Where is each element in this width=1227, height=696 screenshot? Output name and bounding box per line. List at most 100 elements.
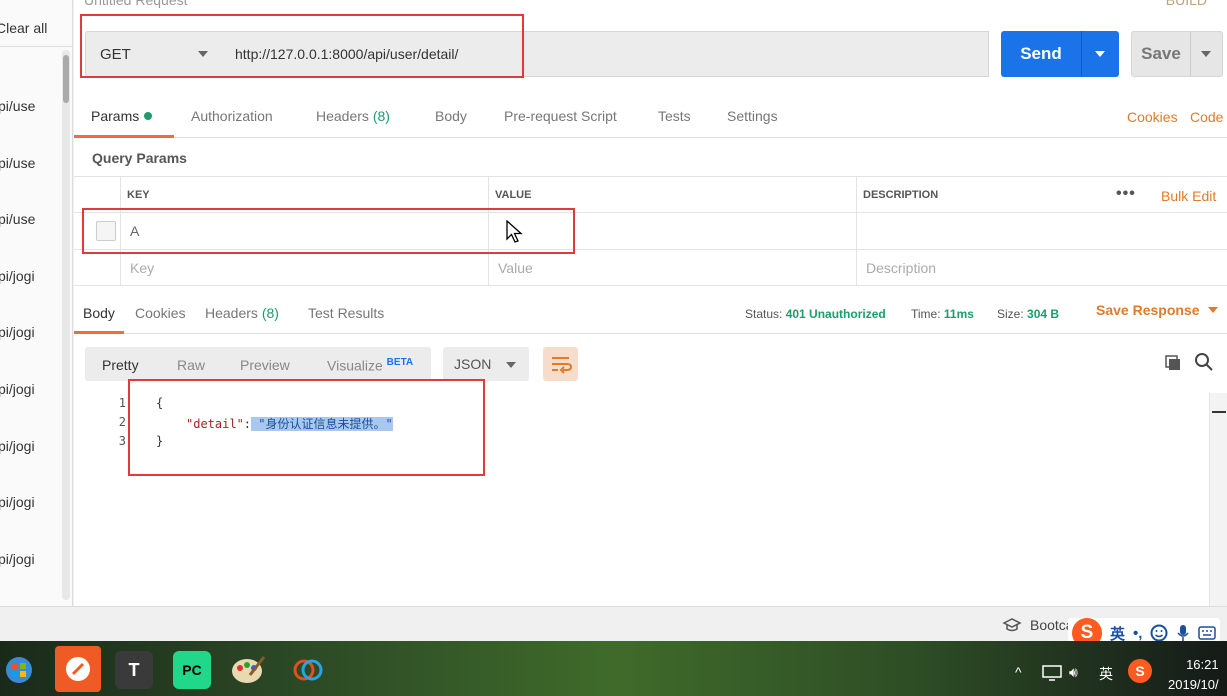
copy-icon[interactable] [1164, 354, 1182, 372]
save-response-button[interactable]: Save Response [1096, 302, 1218, 318]
send-button[interactable]: Send [1001, 31, 1119, 77]
windows-start-icon[interactable] [4, 655, 34, 685]
line-number: 1 [118, 396, 126, 410]
emoji-icon[interactable] [1150, 624, 1168, 642]
build-label[interactable]: BUILD [1166, 0, 1207, 8]
response-tab-headers[interactable]: Headers (8) [205, 305, 279, 321]
history-item[interactable]: pi/use [0, 155, 35, 171]
send-options-chevron-icon[interactable] [1095, 51, 1105, 57]
method-select[interactable]: GET [85, 31, 223, 77]
format-value: JSON [454, 356, 492, 372]
microphone-icon[interactable] [1176, 624, 1190, 642]
new-key-input[interactable]: Key [130, 260, 154, 276]
bulk-edit-button[interactable]: Bulk Edit [1161, 188, 1216, 204]
response-headers-count: (8) [261, 305, 279, 321]
tray-language[interactable]: 英 [1099, 664, 1113, 684]
code-detail-line: "detail": "身份认证信息未提供。" [186, 415, 393, 432]
json-value-selected[interactable]: "身份认证信息未提供。" [251, 417, 393, 431]
more-options-icon[interactable]: ••• [1116, 185, 1136, 203]
response-tab-body[interactable]: Body [83, 305, 115, 321]
tab-params-label: Params [91, 108, 140, 124]
browser-taskbar-icon[interactable] [291, 653, 325, 687]
history-item[interactable]: pi/jogi [0, 438, 35, 454]
ime-punctuation-icon[interactable]: •, [1133, 625, 1142, 642]
history-item[interactable]: pi/jogi [0, 494, 35, 510]
tab-body[interactable]: Body [435, 108, 467, 124]
tab-params[interactable]: Params [91, 108, 153, 124]
history-item[interactable]: pi/jogi [0, 268, 35, 284]
query-params-title: Query Params [92, 150, 187, 166]
history-item[interactable]: pi/jogi [0, 324, 35, 340]
clock-time: 16:21 [1186, 657, 1219, 672]
params-row [74, 213, 1227, 250]
response-body-code[interactable]: 1 2 3 { "detail": "身份认证信息未提供。" } [74, 393, 1209, 573]
pycharm-taskbar-icon[interactable]: PC [173, 651, 211, 689]
view-pretty[interactable]: Pretty [102, 357, 139, 373]
response-scrollbar[interactable] [1209, 393, 1227, 606]
history-item[interactable]: pi/use [0, 211, 35, 227]
tab-prerequest[interactable]: Pre-request Script [504, 108, 617, 124]
cookies-link[interactable]: Cookies [1127, 109, 1178, 125]
tab-settings[interactable]: Settings [727, 108, 778, 124]
url-input[interactable]: http://127.0.0.1:8000/api/user/detail/ [222, 31, 989, 77]
response-tab-test-results[interactable]: Test Results [308, 305, 384, 321]
save-button[interactable]: Save [1131, 31, 1223, 77]
url-value: http://127.0.0.1:8000/api/user/detail/ [235, 46, 459, 62]
view-visualize[interactable]: Visualize BETA [327, 357, 413, 374]
param-key-input[interactable]: A [130, 223, 139, 239]
new-description-input[interactable]: Description [866, 260, 936, 276]
format-select[interactable]: JSON [443, 347, 529, 381]
line-number: 3 [118, 434, 126, 448]
history-item[interactable]: pi/use [0, 98, 35, 114]
line-number: 2 [118, 415, 126, 429]
code-close-brace: } [156, 434, 164, 448]
search-icon[interactable] [1194, 352, 1214, 372]
size-value[interactable]: 304 B [1027, 307, 1059, 321]
tab-authorization[interactable]: Authorization [191, 108, 273, 124]
json-colon: : [243, 417, 252, 431]
status-value[interactable]: 401 Unauthorized [786, 307, 886, 321]
chevron-down-icon [198, 51, 208, 57]
params-table: KEY VALUE DESCRIPTION ••• Bulk Edit A Ke… [74, 176, 1227, 286]
app-status-bar: Bootcamp [0, 606, 1227, 641]
clear-all-button[interactable]: Clear all [0, 20, 47, 36]
size-label: Size: [997, 307, 1024, 321]
typora-taskbar-icon[interactable]: T [115, 651, 153, 689]
time-value[interactable]: 11ms [944, 307, 974, 321]
size-readout: Size: 304 B [997, 307, 1059, 321]
request-tabs: Params Authorization Headers (8) Body Pr… [74, 96, 1227, 138]
param-enable-checkbox[interactable] [96, 221, 116, 241]
volume-icon[interactable]: 🔊︎ [1069, 664, 1078, 681]
new-value-input[interactable]: Value [498, 260, 533, 276]
view-preview[interactable]: Preview [240, 357, 290, 373]
history-item[interactable]: pi/jogi [0, 551, 35, 567]
network-icon[interactable] [1042, 665, 1062, 681]
postman-taskbar-icon[interactable] [55, 646, 101, 692]
save-options-chevron-icon[interactable] [1201, 51, 1211, 57]
view-mode-group: Pretty Raw Preview Visualize BETA [85, 347, 431, 381]
request-title[interactable]: Untitled Request [84, 0, 188, 8]
history-item[interactable]: pi/jogi [0, 381, 35, 397]
beta-badge: BETA [386, 357, 414, 368]
response-tab-cookies[interactable]: Cookies [135, 305, 186, 321]
key-column-header: KEY [127, 189, 150, 201]
visualize-label: Visualize [327, 357, 383, 374]
bootcamp-icon[interactable] [1002, 617, 1022, 633]
sidebar-scroll-thumb[interactable] [63, 55, 69, 103]
save-response-label: Save Response [1096, 302, 1200, 318]
wrap-lines-button[interactable] [543, 347, 578, 381]
chevron-down-icon [1207, 307, 1218, 313]
code-link[interactable]: Code [1190, 109, 1223, 125]
sogou-tray-icon[interactable]: S [1128, 659, 1152, 683]
sidebar-scrollbar[interactable] [62, 50, 70, 600]
sidebar-divider [0, 46, 72, 47]
keyboard-icon[interactable] [1198, 626, 1217, 640]
clock[interactable]: 16:21 2019/10/ [1168, 655, 1219, 695]
view-raw[interactable]: Raw [177, 357, 205, 373]
tab-headers[interactable]: Headers (8) [316, 108, 390, 124]
tab-headers-label: Headers [316, 108, 369, 124]
tab-tests[interactable]: Tests [658, 108, 691, 124]
paint-taskbar-icon[interactable] [230, 653, 266, 687]
tray-expand-icon[interactable]: ^ [1015, 664, 1022, 680]
description-column-header: DESCRIPTION [863, 189, 939, 201]
